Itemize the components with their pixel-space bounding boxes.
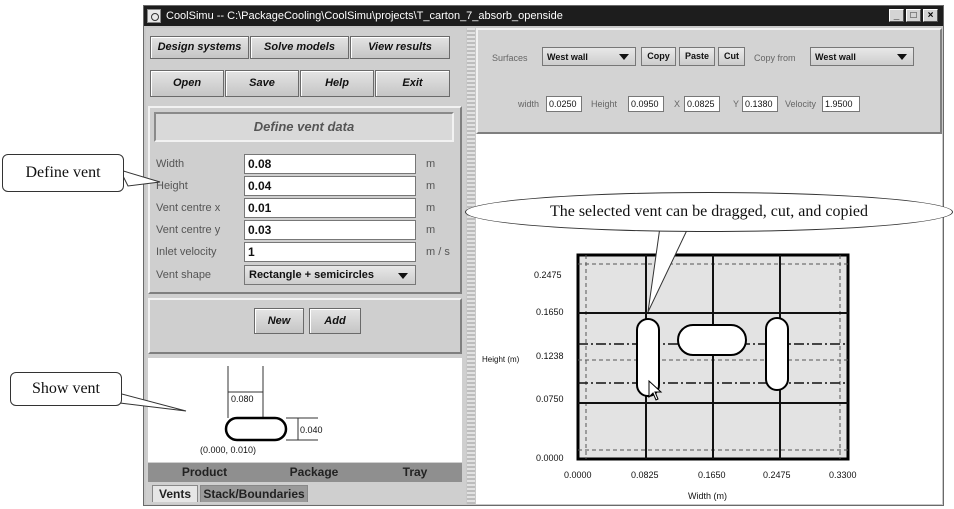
callout-pointers — [117, 169, 689, 412]
callout-selected-vent: The selected vent can be dragged, cut, a… — [465, 192, 953, 232]
callout-define-vent: Define vent — [2, 154, 124, 192]
callout-show-vent: Show vent — [10, 372, 122, 406]
